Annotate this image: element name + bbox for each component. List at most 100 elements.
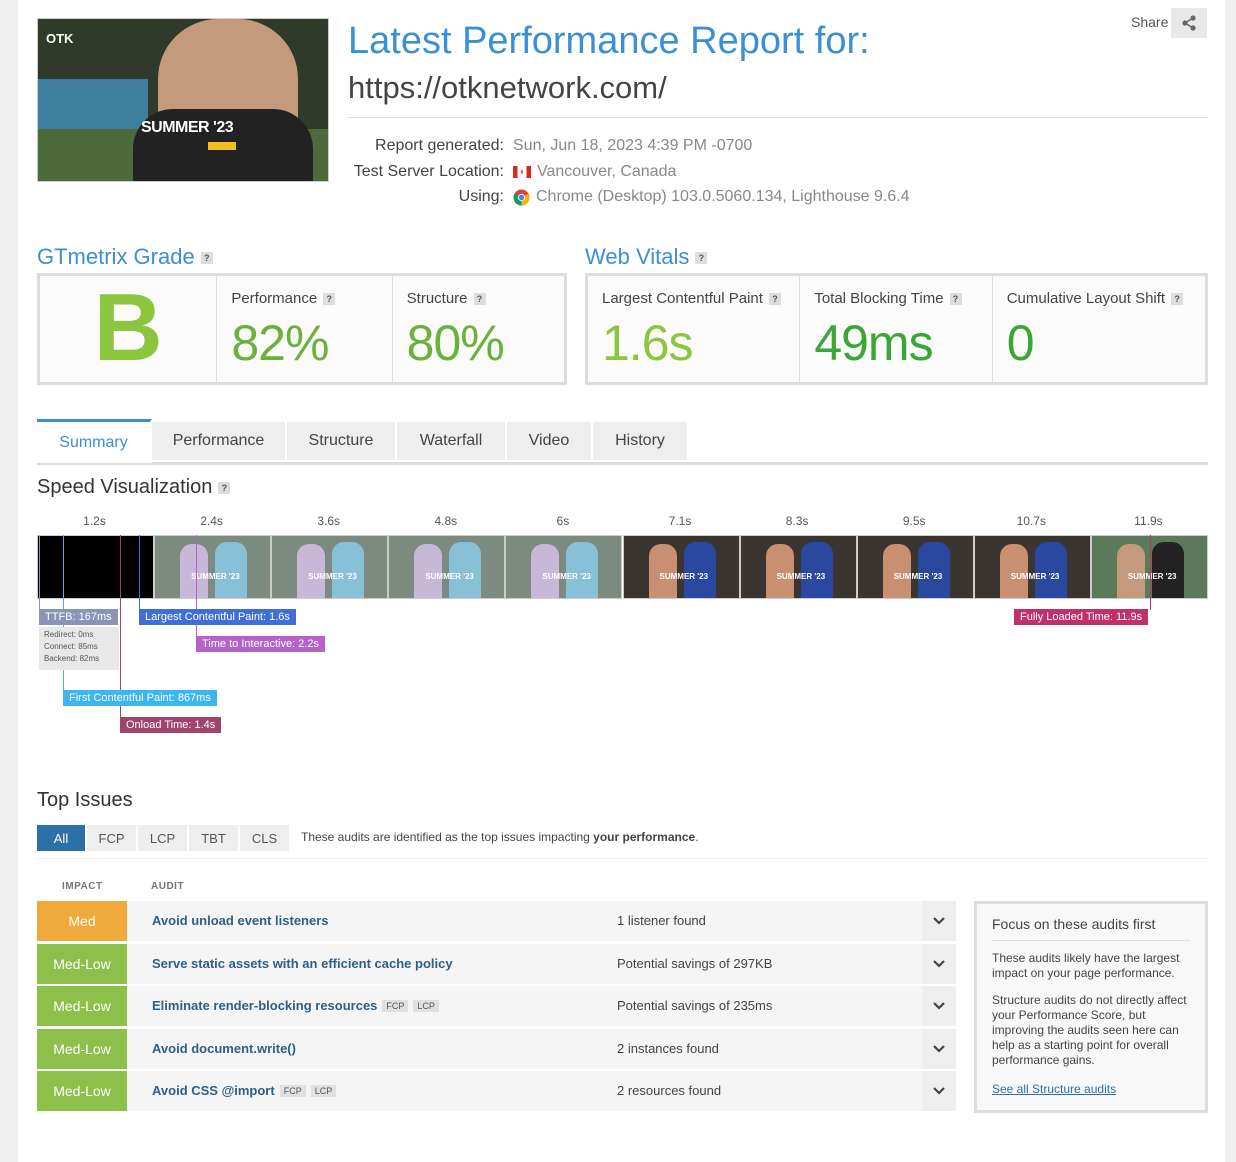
help-icon[interactable]: ? <box>695 252 708 265</box>
filmstrip-frame[interactable]: SUMMER '23 <box>388 535 506 599</box>
filter-fcp[interactable]: FCP <box>87 825 136 851</box>
grade-panel: B Performance? 82% Structure? 80% <box>37 273 567 385</box>
filter-all[interactable]: All <box>37 825 85 851</box>
help-icon[interactable]: ? <box>473 293 486 306</box>
audit-name[interactable]: Avoid document.write() <box>152 1041 296 1056</box>
frame-time-label: 7.1s <box>668 514 692 528</box>
metric-tag: LCP <box>310 1084 337 1097</box>
frame-headline: SUMMER '23 <box>1010 572 1060 581</box>
report-tabs: Summary Performance Structure Waterfall … <box>37 419 1208 465</box>
issue-row[interactable]: Med-Low Avoid document.write() 2 instances… <box>37 1029 956 1069</box>
share-label: Share <box>1131 14 1169 30</box>
frame-headline: SUMMER '23 <box>776 572 826 581</box>
audit-name-text: Eliminate render-blocking resources <box>152 998 378 1013</box>
filmstrip-frame[interactable]: SUMMER '23 <box>856 535 974 599</box>
share-icon <box>1182 15 1196 31</box>
tab-waterfall[interactable]: Waterfall <box>397 422 507 460</box>
help-icon[interactable]: ? <box>768 293 781 306</box>
expand-button[interactable] <box>922 944 956 984</box>
frame-figure <box>800 542 833 598</box>
issue-row[interactable]: Med-Low Avoid CSS @import FCP LCP 2 resource… <box>37 1071 956 1111</box>
audit-name[interactable]: Serve static assets with an efficient ca… <box>152 956 453 971</box>
focus-text-2: Structure audits do not directly affect … <box>992 993 1187 1067</box>
tab-structure[interactable]: Structure <box>287 422 397 460</box>
filter-lcp[interactable]: LCP <box>138 825 187 851</box>
expand-button[interactable] <box>922 1071 956 1111</box>
audit-column-header: AUDIT <box>151 881 185 892</box>
filter-tbt[interactable]: TBT <box>189 825 238 851</box>
cls-label: Cumulative Layout Shift <box>1006 290 1166 307</box>
performance-label: Performance <box>231 290 318 307</box>
filter-cls[interactable]: CLS <box>240 825 289 851</box>
screenshot-headline: SUMMER '23 <box>141 119 234 136</box>
frame-figure <box>917 542 950 598</box>
connect-time: Connect: 85ms <box>44 642 98 651</box>
chrome-icon <box>513 189 530 205</box>
help-icon[interactable]: ? <box>949 293 962 306</box>
issue-row[interactable]: Med-Low Serve static assets with an effic… <box>37 944 956 984</box>
report-generated-label: Report generated: <box>375 137 504 154</box>
help-icon[interactable]: ? <box>323 293 336 306</box>
frame-figure <box>683 542 716 598</box>
help-icon[interactable]: ? <box>200 252 213 265</box>
page-title: Latest Performance Report for: <box>348 20 870 62</box>
audit-name[interactable]: Avoid CSS @import FCP LCP <box>152 1083 337 1098</box>
gtmetrix-grade-title: GTmetrix Grade? <box>37 244 213 270</box>
impact-badge: Med-Low <box>37 1071 127 1111</box>
filmstrip-frame[interactable]: SUMMER '23 <box>973 535 1091 599</box>
audit-name[interactable]: Avoid unload event listeners <box>152 913 329 928</box>
tbt-value: 49ms <box>814 315 933 371</box>
frame-headline: SUMMER '23 <box>425 572 474 581</box>
expand-button[interactable] <box>922 901 956 941</box>
canada-flag-icon <box>513 166 531 178</box>
performance-cell: Performance? 82% <box>217 276 393 382</box>
frame-time-label: 8.3s <box>785 514 809 528</box>
filmstrip-frame[interactable] <box>37 535 154 599</box>
metric-tag: FCP <box>279 1084 306 1097</box>
filmstrip-frame[interactable]: SUMMER '23 <box>622 535 740 599</box>
focus-text-1: These audits likely have the largest imp… <box>992 951 1180 980</box>
audit-result: 2 resources found <box>617 1083 722 1098</box>
tab-summary[interactable]: Summary <box>37 419 152 463</box>
filter-description: These audits are identified as the top i… <box>301 830 699 844</box>
impact-badge: Med-Low <box>37 944 127 984</box>
tab-history[interactable]: History <box>593 422 689 460</box>
filmstrip-frame[interactable]: SUMMER '23 <box>739 535 857 599</box>
metric-tag: LCP <box>413 999 439 1012</box>
filmstrip-frame[interactable]: SUMMER '23 <box>271 535 389 599</box>
expand-button[interactable] <box>922 1029 956 1069</box>
expand-button[interactable] <box>922 986 956 1026</box>
audit-name-text: Avoid unload event listeners <box>152 913 329 928</box>
tab-video[interactable]: Video <box>507 422 593 460</box>
issue-row[interactable]: Med-Low Eliminate render-blocking resourc… <box>37 986 956 1026</box>
tbt-cell: Total Blocking Time? 49ms <box>800 276 993 382</box>
tab-performance[interactable]: Performance <box>152 422 287 460</box>
see-all-structure-audits-link[interactable]: See all Structure audits <box>992 1082 1116 1096</box>
cls-cell: Cumulative Layout Shift? 0 <box>992 276 1205 382</box>
filmstrip-frame[interactable]: SUMMER '23 <box>154 535 272 599</box>
frame-figure <box>215 542 248 598</box>
frame-time-label: 1.2s <box>83 514 106 528</box>
audit-name-text: Avoid document.write() <box>152 1041 296 1056</box>
fully-loaded-marker: Fully Loaded Time: 11.9s <box>1014 609 1149 625</box>
top-issues-title: Top Issues <box>37 789 133 811</box>
lcp-value: 1.6s <box>602 315 694 371</box>
web-vitals-title: Web Vitals? <box>585 244 708 270</box>
tti-marker: Time to Interactive: 2.2s <box>196 636 325 652</box>
metric-tag: FCP <box>382 999 409 1012</box>
help-icon[interactable]: ? <box>1171 293 1184 306</box>
frame-headline: SUMMER '23 <box>893 572 943 581</box>
filmstrip-frame[interactable]: SUMMER '23 <box>505 535 623 599</box>
cls-value: 0 <box>1006 315 1035 371</box>
frame-figure <box>648 544 677 598</box>
frame-figure <box>765 544 794 598</box>
frame-time-label: 2.4s <box>200 514 223 528</box>
grade-cell: B <box>40 276 218 382</box>
help-icon[interactable]: ? <box>218 481 231 494</box>
performance-value: 82% <box>231 315 329 371</box>
issue-row[interactable]: Med Avoid unload event listeners 1 listene… <box>37 901 956 941</box>
audit-name[interactable]: Eliminate render-blocking resources FCP LC… <box>152 998 439 1013</box>
share-button[interactable] <box>1171 8 1207 38</box>
audit-result: 1 listener found <box>617 913 706 928</box>
vitals-panel: Largest Contentful Paint? 1.6s Total Blo… <box>585 273 1208 385</box>
